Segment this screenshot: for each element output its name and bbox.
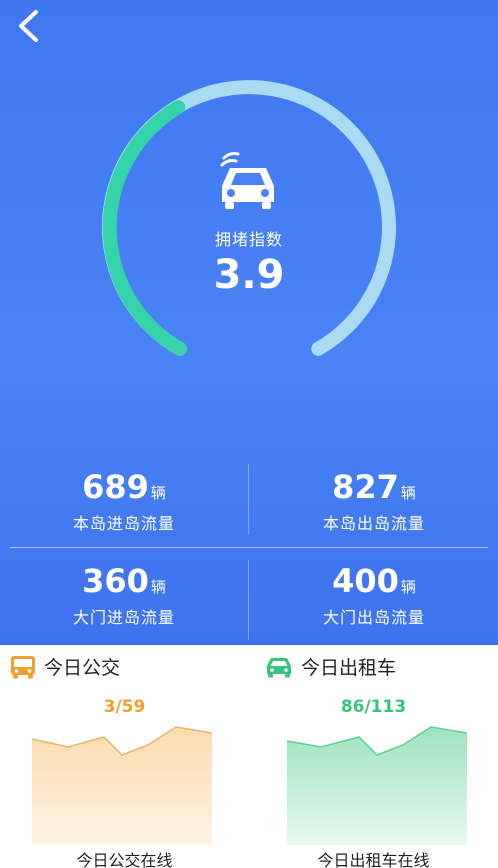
taxi-icon	[267, 657, 291, 677]
transit-panel: 今日公交 3/59 今日公交在线 今日出租车 86/113 今日出租车在线	[0, 645, 498, 868]
bus-title: 今日公交	[44, 657, 121, 679]
stat-unit: 辆	[150, 484, 166, 502]
traffic-stats-grid: 689 辆 本岛进岛流量 827 辆 本岛出岛流量 360 辆 大门进岛流量 400 辆…	[0, 462, 498, 642]
stats-divider-vertical	[248, 560, 249, 640]
bus-caption: 今日公交在线	[76, 851, 173, 868]
stats-divider-vertical	[248, 464, 249, 534]
hero-panel: 拥堵指数 3.9 689 辆 本岛进岛流量 827 辆 本岛出岛流量 360 辆 大门…	[0, 0, 498, 645]
stat-island-outbound: 827 辆 本岛出岛流量	[254, 468, 494, 534]
bus-card[interactable]: 今日公交 3/59 今日公交在线	[0, 645, 249, 868]
stat-label: 大门进岛流量	[72, 608, 175, 627]
bus-online-count: 3/59	[103, 697, 146, 717]
car-icon	[220, 152, 274, 209]
bus-icon	[11, 655, 35, 678]
taxi-online-count: 86/113	[340, 697, 407, 717]
stat-gate-inbound: 360 辆 大门进岛流量	[4, 562, 244, 628]
bus-trend-chart	[32, 726, 212, 845]
taxi-title: 今日出租车	[301, 657, 397, 679]
taxi-card[interactable]: 今日出租车 86/113 今日出租车在线	[249, 645, 498, 868]
stat-value: 827	[332, 468, 399, 506]
stat-value: 689	[82, 468, 149, 506]
stat-label: 本岛进岛流量	[72, 514, 175, 533]
stat-unit: 辆	[400, 578, 416, 596]
stats-divider-horizontal	[10, 547, 488, 548]
congestion-index-value: 3.9	[213, 252, 285, 298]
taxi-card-header: 今日出租车	[265, 653, 396, 680]
stat-value: 400	[332, 562, 399, 600]
congestion-index-label: 拥堵指数	[214, 230, 283, 249]
stat-unit: 辆	[150, 578, 166, 596]
stat-gate-outbound: 400 辆 大门出岛流量	[254, 562, 494, 628]
taxi-trend-area	[287, 727, 467, 845]
taxi-caption: 今日出租车在线	[317, 851, 430, 868]
stat-label: 本岛出岛流量	[322, 514, 425, 533]
stat-unit: 辆	[400, 484, 416, 502]
taxi-trend-chart	[287, 726, 467, 845]
stat-value: 360	[82, 562, 149, 600]
stat-label: 大门出岛流量	[322, 608, 425, 627]
stat-island-inbound: 689 辆 本岛进岛流量	[4, 468, 244, 534]
bus-card-header: 今日公交	[10, 653, 120, 680]
